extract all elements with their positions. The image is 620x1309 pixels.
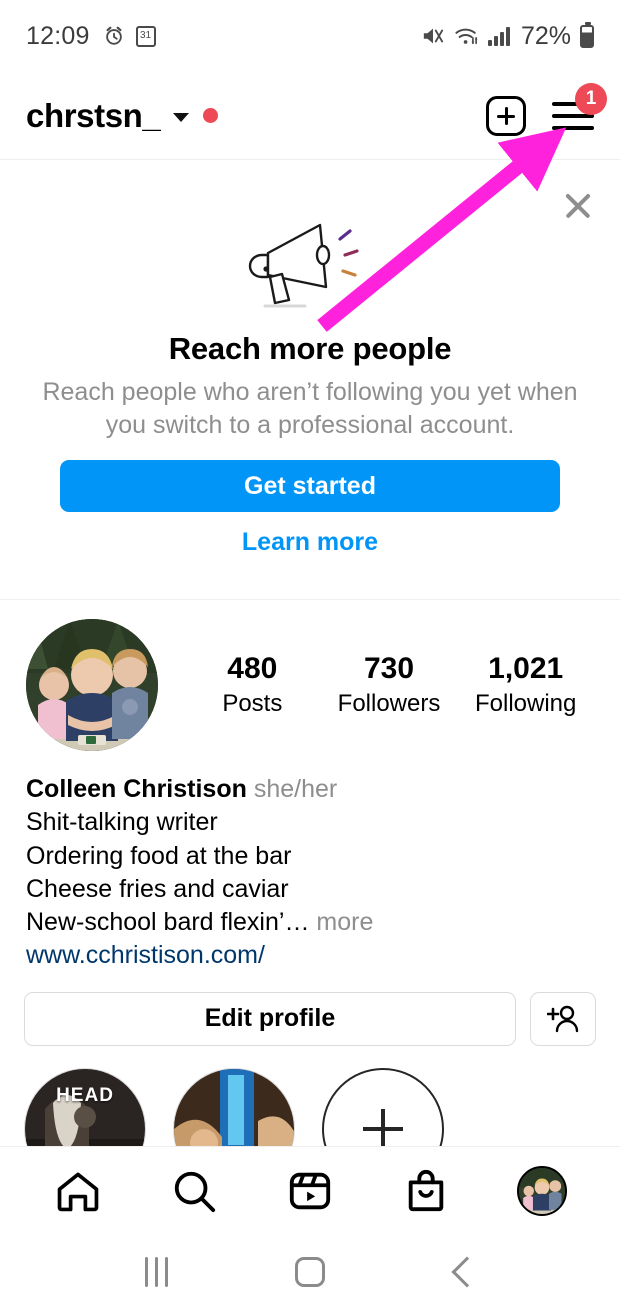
new-post-icon[interactable] bbox=[486, 95, 526, 136]
profile-actions: Edit profile bbox=[0, 973, 620, 1046]
search-icon bbox=[174, 1171, 216, 1213]
bio-line: Cheese fries and caviar bbox=[26, 874, 289, 903]
profile-bio: Colleen Christison she/her Shit-talking … bbox=[0, 751, 620, 973]
bio-more-link[interactable]: more bbox=[309, 908, 373, 936]
instagram-profile-screen: 12:09 31 72% chrstsn_ 1 Reach more peopl… bbox=[0, 0, 620, 1309]
notification-badge: 1 bbox=[575, 82, 607, 115]
recents-button[interactable] bbox=[122, 1246, 192, 1298]
learn-more-link[interactable]: Learn more bbox=[0, 528, 620, 557]
calendar-day: 31 bbox=[140, 30, 152, 41]
profile-stats: 480 Posts 730 Followers 1,021 Following bbox=[184, 651, 594, 719]
chevron-down-icon[interactable] bbox=[173, 113, 190, 122]
promo-subtitle: Reach people who aren’t following you ye… bbox=[42, 378, 578, 439]
stat-posts[interactable]: 480 Posts bbox=[184, 651, 321, 719]
signal-icon bbox=[487, 26, 510, 46]
edit-profile-button[interactable]: Edit profile bbox=[24, 991, 516, 1046]
profile-avatar-icon bbox=[517, 1166, 567, 1216]
profile-section: 480 Posts 730 Followers 1,021 Following … bbox=[0, 601, 620, 1190]
back-button[interactable] bbox=[428, 1246, 498, 1298]
bio-line: Shit-talking writer bbox=[26, 808, 218, 837]
following-count: 1,021 bbox=[488, 652, 564, 686]
promo-title: Reach more people bbox=[168, 331, 452, 366]
system-status-bar: 12:09 31 72% bbox=[0, 0, 620, 72]
wifi-icon bbox=[455, 28, 478, 45]
battery-percent: 72% bbox=[520, 21, 571, 50]
nav-home[interactable] bbox=[40, 1160, 116, 1222]
plus-icon bbox=[363, 1108, 403, 1149]
bio-line: Ordering food at the bar bbox=[26, 841, 292, 870]
followers-count: 730 bbox=[363, 652, 415, 686]
stat-following[interactable]: 1,021 Following bbox=[457, 651, 594, 719]
megaphone-icon bbox=[248, 223, 359, 308]
profile-username[interactable]: chrstsn_ bbox=[26, 97, 161, 135]
android-system-nav bbox=[0, 1235, 620, 1309]
bottom-navigation bbox=[0, 1146, 620, 1235]
following-label: Following bbox=[474, 689, 577, 717]
get-started-button[interactable]: Get started bbox=[60, 460, 560, 512]
status-time: 12:09 bbox=[26, 21, 90, 50]
nav-shop[interactable] bbox=[388, 1160, 464, 1222]
professional-account-promo: Reach more people Reach people who aren’… bbox=[0, 161, 620, 600]
posts-label: Posts bbox=[222, 689, 283, 717]
highlight-caption: HEAD bbox=[56, 1084, 114, 1106]
alarm-icon bbox=[105, 26, 122, 45]
followers-label: Followers bbox=[337, 689, 441, 717]
menu-icon[interactable]: 1 bbox=[552, 82, 607, 132]
posts-count: 480 bbox=[227, 652, 278, 686]
recents-icon bbox=[145, 1257, 169, 1287]
add-person-icon bbox=[547, 1005, 579, 1032]
mute-vibrate-icon bbox=[423, 28, 444, 44]
shop-icon bbox=[408, 1169, 444, 1212]
status-dot-icon bbox=[203, 108, 219, 123]
add-person-button[interactable] bbox=[530, 991, 596, 1046]
back-chevron-icon bbox=[451, 1256, 483, 1288]
nav-search[interactable] bbox=[156, 1160, 232, 1222]
home-square-icon bbox=[294, 1257, 325, 1287]
nav-reels[interactable] bbox=[272, 1160, 348, 1222]
calendar-icon: 31 bbox=[135, 25, 156, 47]
home-button[interactable] bbox=[275, 1246, 345, 1298]
profile-website-link[interactable]: www.cchristison.com/ bbox=[26, 939, 594, 972]
reels-icon bbox=[289, 1172, 331, 1210]
pronouns: she/her bbox=[253, 775, 338, 803]
battery-icon bbox=[580, 21, 594, 48]
profile-avatar[interactable] bbox=[26, 619, 158, 751]
nav-profile[interactable] bbox=[504, 1160, 580, 1222]
stat-followers[interactable]: 730 Followers bbox=[321, 651, 458, 719]
display-name: Colleen Christison bbox=[26, 775, 247, 803]
bio-line: New-school bard flexin’… bbox=[26, 908, 310, 936]
app-header: chrstsn_ 1 bbox=[0, 72, 620, 160]
home-icon bbox=[57, 1172, 99, 1212]
